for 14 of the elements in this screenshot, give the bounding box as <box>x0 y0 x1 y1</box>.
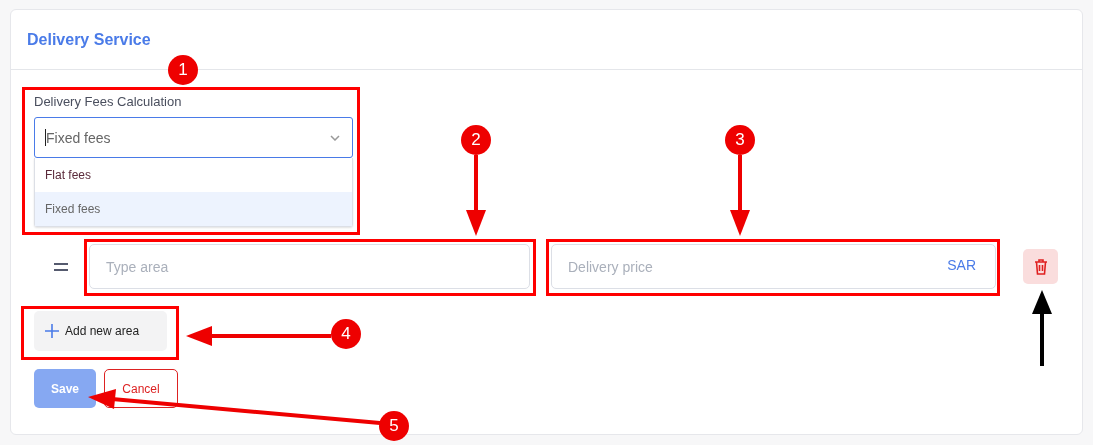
trash-icon <box>1033 258 1048 275</box>
dropdown-option[interactable]: Flat fees <box>35 158 352 192</box>
delete-button[interactable] <box>1023 249 1058 284</box>
dropdown-option[interactable]: Fixed fees <box>35 192 352 226</box>
add-area-button[interactable]: Add new area <box>34 311 167 351</box>
field-label: Delivery Fees Calculation <box>34 94 182 109</box>
drag-handle-icon[interactable] <box>54 262 68 271</box>
callout-badge: 5 <box>379 411 409 441</box>
card-title: Delivery Service <box>27 30 151 49</box>
area-input[interactable]: Type area <box>89 244 530 289</box>
chevron-down-icon <box>330 134 340 141</box>
currency-label: SAR <box>947 257 976 273</box>
plus-icon <box>45 324 59 338</box>
fees-select[interactable]: Fixed fees <box>34 117 353 158</box>
